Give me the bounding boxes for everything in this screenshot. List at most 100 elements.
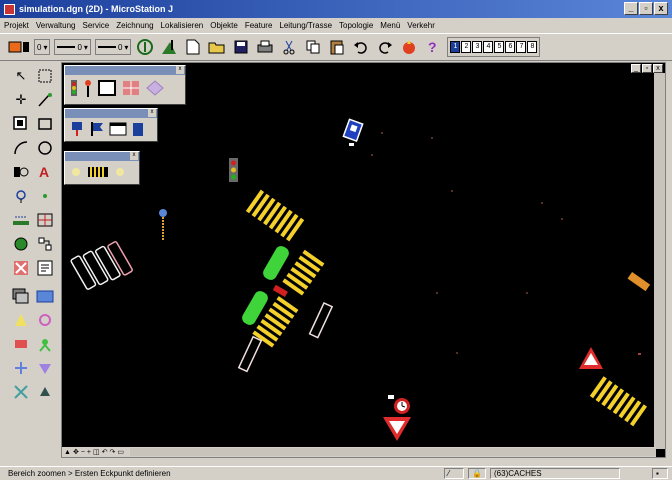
attributes-icon[interactable] (135, 37, 155, 57)
view-control-update-icon[interactable]: ▲ (64, 449, 71, 456)
view-control-zoom-in-icon[interactable]: + (87, 449, 91, 456)
menu-verwaltung[interactable]: Verwaltung (36, 21, 76, 30)
menu-topologie[interactable]: Topologie (339, 21, 373, 30)
cross-tool-icon[interactable] (10, 382, 32, 402)
menu-menue[interactable]: Menü (380, 21, 400, 30)
view-8-button[interactable]: 8 (527, 41, 538, 53)
traffic-light-tool-icon[interactable] (69, 78, 79, 98)
menu-verkehr[interactable]: Verkehr (407, 21, 435, 30)
marking-left-tool-icon[interactable] (69, 164, 83, 180)
purple-tool-icon[interactable] (34, 358, 56, 378)
menu-objekte[interactable]: Objekte (210, 21, 238, 30)
warning-sign-bottom[interactable] (383, 417, 411, 441)
view-6-button[interactable]: 6 (505, 41, 516, 53)
view-5-button[interactable]: 5 (494, 41, 505, 53)
traffic-light-symbol[interactable] (229, 158, 238, 182)
crosswalk-upper[interactable] (245, 189, 305, 242)
view-7-button[interactable]: 7 (516, 41, 527, 53)
pedestrian-signal-symbol[interactable] (159, 209, 167, 241)
menu-feature[interactable]: Feature (245, 21, 273, 30)
view-3-button[interactable]: 3 (472, 41, 483, 53)
network-icon[interactable] (34, 234, 56, 254)
view-control-window-icon[interactable]: ◫ (93, 448, 100, 456)
view-control-previous-icon[interactable]: ↶ (102, 448, 108, 456)
open-folder-icon[interactable] (207, 37, 227, 57)
layer-icon[interactable] (10, 286, 32, 306)
parked-vehicles-symbol[interactable] (70, 236, 133, 295)
board-tool-icon[interactable] (109, 121, 127, 137)
zebra-marking-tool-icon[interactable] (87, 164, 109, 180)
view-2-button[interactable]: 2 (461, 41, 472, 53)
view-control-zoom-out-icon[interactable]: − (81, 449, 85, 456)
view-minimize-button[interactable]: _ (631, 64, 641, 73)
tram-vehicle-upper[interactable] (261, 244, 291, 282)
red-tool-icon[interactable] (10, 334, 32, 354)
view-4-button[interactable]: 4 (483, 41, 494, 53)
globe-icon[interactable] (10, 234, 32, 254)
close-icon[interactable]: x (148, 109, 156, 117)
dot-icon[interactable] (34, 186, 56, 206)
markings-palette-titlebar[interactable]: x (65, 152, 139, 161)
print-icon[interactable] (255, 37, 275, 57)
modify-icon[interactable] (34, 90, 56, 110)
circle-icon[interactable] (34, 138, 56, 158)
minimize-button[interactable]: _ (624, 2, 638, 15)
active-color-button[interactable] (8, 37, 30, 57)
close-icon[interactable]: x (176, 66, 184, 74)
undo-icon[interactable] (351, 37, 371, 57)
select-arrow-icon[interactable]: ↖ (10, 66, 32, 86)
rotate-tool-icon[interactable] (34, 382, 56, 402)
red-car-symbol[interactable] (272, 284, 288, 297)
cell-icon[interactable] (10, 114, 32, 134)
redo-icon[interactable] (375, 37, 395, 57)
delete-icon[interactable] (10, 258, 32, 278)
view-blue-icon[interactable] (34, 286, 56, 306)
menu-service[interactable]: Service (83, 21, 110, 30)
render-icon[interactable] (399, 37, 419, 57)
flag-tool-icon[interactable] (89, 121, 105, 137)
restore-button[interactable]: ▫ (639, 2, 653, 15)
help-icon[interactable]: ? (423, 37, 443, 57)
text-icon[interactable]: A (34, 162, 56, 182)
dimension-icon[interactable] (10, 210, 32, 230)
rectangle-icon[interactable] (34, 114, 56, 134)
signs-palette-titlebar[interactable]: x (65, 109, 157, 118)
arc-icon[interactable] (10, 138, 32, 158)
crosswalk-middle[interactable] (282, 249, 325, 296)
split-tool-icon[interactable] (10, 358, 32, 378)
point-icon[interactable] (10, 186, 32, 206)
edit-text-icon[interactable] (34, 258, 56, 278)
marking-right-tool-icon[interactable] (113, 164, 127, 180)
level-manager-icon[interactable] (159, 37, 179, 57)
warning-sign-right[interactable] (579, 347, 603, 369)
view-1-button[interactable]: 1 (450, 41, 461, 53)
column-tool-icon[interactable] (131, 121, 145, 137)
signal-pole-tool-icon[interactable] (83, 78, 93, 98)
view-close-button[interactable]: x (653, 64, 663, 73)
save-icon[interactable] (231, 37, 251, 57)
signals-palette-titlebar[interactable]: x (65, 66, 185, 75)
yellow-tool-icon[interactable] (10, 310, 32, 330)
view-control-fit-icon[interactable]: ▭ (117, 448, 124, 456)
paste-icon[interactable] (327, 37, 347, 57)
grid-icon[interactable] (34, 210, 56, 230)
menu-zeichnung[interactable]: Zeichnung (116, 21, 153, 30)
line-weight-select[interactable]: 0 ▾ (94, 39, 132, 55)
signal-box-tool-icon[interactable] (97, 79, 117, 97)
horizontal-scrollbar[interactable] (130, 448, 656, 456)
orange-vehicle-symbol[interactable] (627, 271, 651, 292)
menu-projekt[interactable]: Projekt (4, 21, 29, 30)
copy-icon[interactable] (303, 37, 323, 57)
new-file-icon[interactable] (183, 37, 203, 57)
cut-icon[interactable] (279, 37, 299, 57)
close-icon[interactable]: x (130, 152, 138, 160)
magenta-tool-icon[interactable] (34, 310, 56, 330)
close-button[interactable]: x (654, 2, 668, 15)
view-restore-button[interactable]: ▫ (642, 64, 652, 73)
sign-tool-icon[interactable] (69, 121, 85, 137)
view-control-pan-icon[interactable]: ✥ (73, 448, 79, 456)
green-tool-icon[interactable] (34, 334, 56, 354)
measure-icon[interactable] (10, 162, 32, 182)
menu-lokalisieren[interactable]: Lokalisieren (161, 21, 204, 30)
parking-bay-right[interactable] (308, 301, 334, 339)
